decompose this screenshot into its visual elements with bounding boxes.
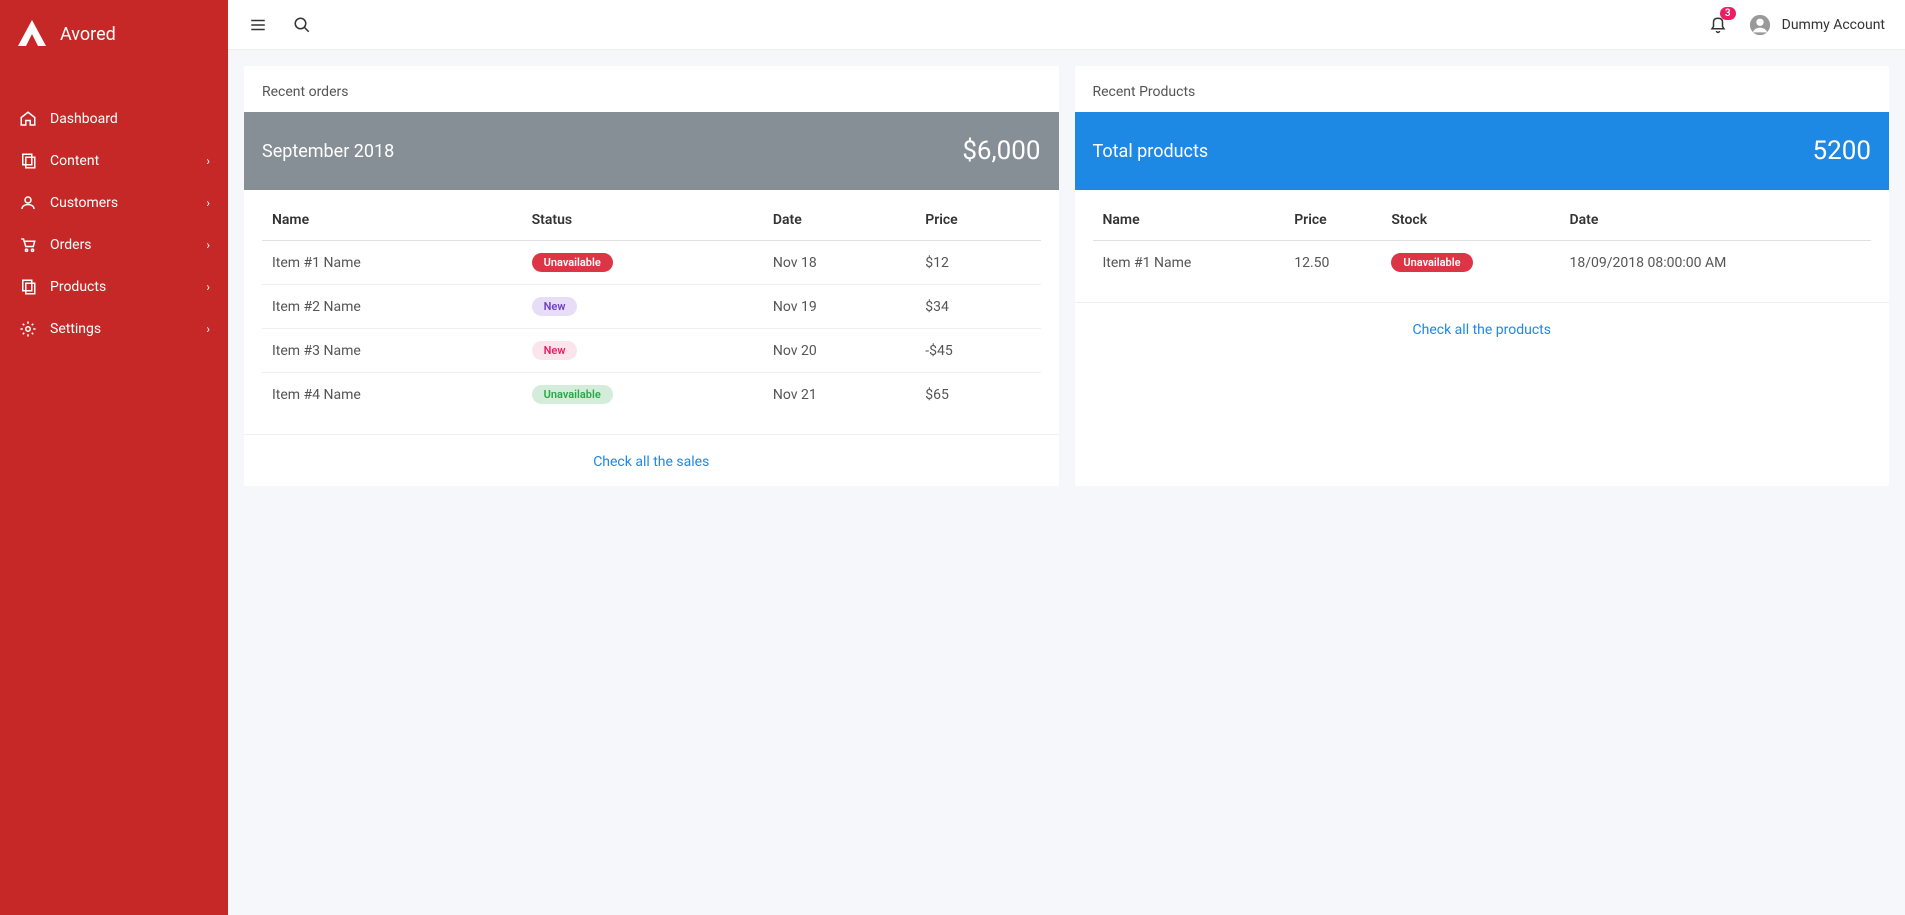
cell-status: New <box>522 285 763 329</box>
cell-name: Item #1 Name <box>1093 241 1285 285</box>
sidebar-item-products[interactable]: Products › <box>0 266 228 308</box>
cell-date: Nov 18 <box>763 241 915 285</box>
cell-date: Nov 21 <box>763 373 915 417</box>
col-status: Status <box>522 200 763 241</box>
cell-status: Unavailable <box>522 241 763 285</box>
table-row: Item #1 Name 12.50 Unavailable 18/09/201… <box>1093 241 1872 285</box>
notification-badge: 3 <box>1720 7 1736 20</box>
cell-status: New <box>522 329 763 373</box>
col-price: Price <box>1284 200 1381 241</box>
orders-summary: September 2018 $6,000 <box>244 112 1059 190</box>
col-date: Date <box>1560 200 1871 241</box>
brand-text: Avored <box>60 24 116 45</box>
col-date: Date <box>763 200 915 241</box>
summary-value: 5200 <box>1813 136 1871 166</box>
cell-price: $12 <box>915 241 1040 285</box>
logo-icon <box>16 18 48 50</box>
card-title: Recent Products <box>1075 66 1890 112</box>
status-badge: Unavailable <box>1391 253 1472 272</box>
recent-orders-card: Recent orders September 2018 $6,000 Name… <box>244 66 1059 486</box>
topbar: 3 Dummy Account <box>228 0 1905 50</box>
nav-label: Dashboard <box>50 111 210 127</box>
nav-label: Content <box>50 153 206 169</box>
col-price: Price <box>915 200 1040 241</box>
products-table: Name Price Stock Date Item #1 Name 12.50… <box>1093 200 1872 284</box>
notifications-button[interactable]: 3 <box>1708 15 1728 35</box>
search-icon[interactable] <box>292 15 312 35</box>
cell-price: $34 <box>915 285 1040 329</box>
sidebar-item-orders[interactable]: Orders › <box>0 224 228 266</box>
account-menu[interactable]: Dummy Account <box>1748 13 1885 37</box>
status-badge: New <box>532 297 578 316</box>
cell-name: Item #1 Name <box>262 241 522 285</box>
account-name: Dummy Account <box>1782 17 1885 33</box>
user-icon <box>18 193 38 213</box>
col-stock: Stock <box>1381 200 1559 241</box>
cell-name: Item #3 Name <box>262 329 522 373</box>
summary-value: $6,000 <box>962 136 1040 166</box>
sidebar-item-content[interactable]: Content › <box>0 140 228 182</box>
account-icon <box>1748 13 1772 37</box>
cell-date: Nov 19 <box>763 285 915 329</box>
cart-icon <box>18 235 38 255</box>
sidebar: Avored Dashboard Content › Customers › O… <box>0 0 228 915</box>
chevron-right-icon: › <box>206 196 210 210</box>
chevron-right-icon: › <box>206 154 210 168</box>
cell-price: 12.50 <box>1284 241 1381 285</box>
products-summary: Total products 5200 <box>1075 112 1890 190</box>
sidebar-nav: Dashboard Content › Customers › Orders ›… <box>0 98 228 350</box>
sidebar-item-customers[interactable]: Customers › <box>0 182 228 224</box>
nav-label: Settings <box>50 321 206 337</box>
cell-status: Unavailable <box>522 373 763 417</box>
nav-label: Customers <box>50 195 206 211</box>
nav-label: Orders <box>50 237 206 253</box>
table-row: Item #1 Name Unavailable Nov 18 $12 <box>262 241 1041 285</box>
status-badge: Unavailable <box>532 253 613 272</box>
brand[interactable]: Avored <box>0 0 228 68</box>
menu-toggle[interactable] <box>248 15 268 35</box>
col-name: Name <box>262 200 522 241</box>
recent-products-card: Recent Products Total products 5200 Name… <box>1075 66 1890 486</box>
table-row: Item #2 Name New Nov 19 $34 <box>262 285 1041 329</box>
home-icon <box>18 109 38 129</box>
nav-label: Products <box>50 279 206 295</box>
chevron-right-icon: › <box>206 280 210 294</box>
chevron-right-icon: › <box>206 238 210 252</box>
status-badge: New <box>532 341 578 360</box>
status-badge: Unavailable <box>532 385 613 404</box>
summary-label: Total products <box>1093 141 1209 162</box>
table-row: Item #4 Name Unavailable Nov 21 $65 <box>262 373 1041 417</box>
cell-price: -$45 <box>915 329 1040 373</box>
cell-name: Item #4 Name <box>262 373 522 417</box>
sidebar-item-dashboard[interactable]: Dashboard <box>0 98 228 140</box>
check-sales-link[interactable]: Check all the sales <box>593 454 709 470</box>
cell-price: $65 <box>915 373 1040 417</box>
chevron-right-icon: › <box>206 322 210 336</box>
copy-icon <box>18 151 38 171</box>
orders-table: Name Status Date Price Item #1 Name Unav… <box>262 200 1041 416</box>
cell-stock: Unavailable <box>1381 241 1559 285</box>
col-name: Name <box>1093 200 1285 241</box>
copy-icon <box>18 277 38 297</box>
check-products-link[interactable]: Check all the products <box>1413 322 1551 338</box>
card-title: Recent orders <box>244 66 1059 112</box>
gear-icon <box>18 319 38 339</box>
cell-name: Item #2 Name <box>262 285 522 329</box>
cell-date: 18/09/2018 08:00:00 AM <box>1560 241 1871 285</box>
table-row: Item #3 Name New Nov 20 -$45 <box>262 329 1041 373</box>
sidebar-item-settings[interactable]: Settings › <box>0 308 228 350</box>
summary-label: September 2018 <box>262 141 394 162</box>
cell-date: Nov 20 <box>763 329 915 373</box>
